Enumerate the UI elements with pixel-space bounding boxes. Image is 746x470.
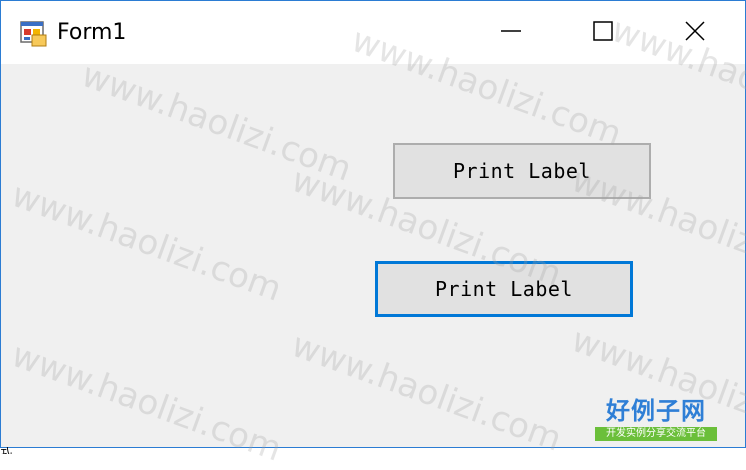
window-title: Form1 — [57, 20, 127, 45]
cropped-text-fragment: 式 — [0, 447, 13, 454]
title-bar[interactable]: Form1 — [1, 1, 745, 64]
form1-window: Form1 Print Label Print Label — [0, 0, 746, 448]
minimize-button[interactable] — [465, 1, 557, 64]
print-label-button-1[interactable]: Print Label — [393, 143, 651, 199]
close-button[interactable] — [649, 1, 741, 64]
print-label-button-2-text: Print Label — [435, 277, 573, 301]
close-icon — [685, 20, 705, 45]
form-client-area: Print Label Print Label — [1, 64, 745, 447]
site-logo: 好例子网 开发实例分享交流平台 — [594, 396, 718, 446]
print-label-button-2[interactable]: Print Label — [375, 261, 633, 317]
print-label-button-1-text: Print Label — [453, 159, 591, 183]
winforms-app-icon — [20, 21, 48, 47]
minimize-icon — [501, 21, 521, 45]
maximize-button[interactable] — [557, 1, 649, 64]
maximize-icon — [593, 20, 613, 45]
logo-tagline: 开发实例分享交流平台 — [595, 427, 717, 441]
logo-title: 好例子网 — [606, 396, 706, 425]
